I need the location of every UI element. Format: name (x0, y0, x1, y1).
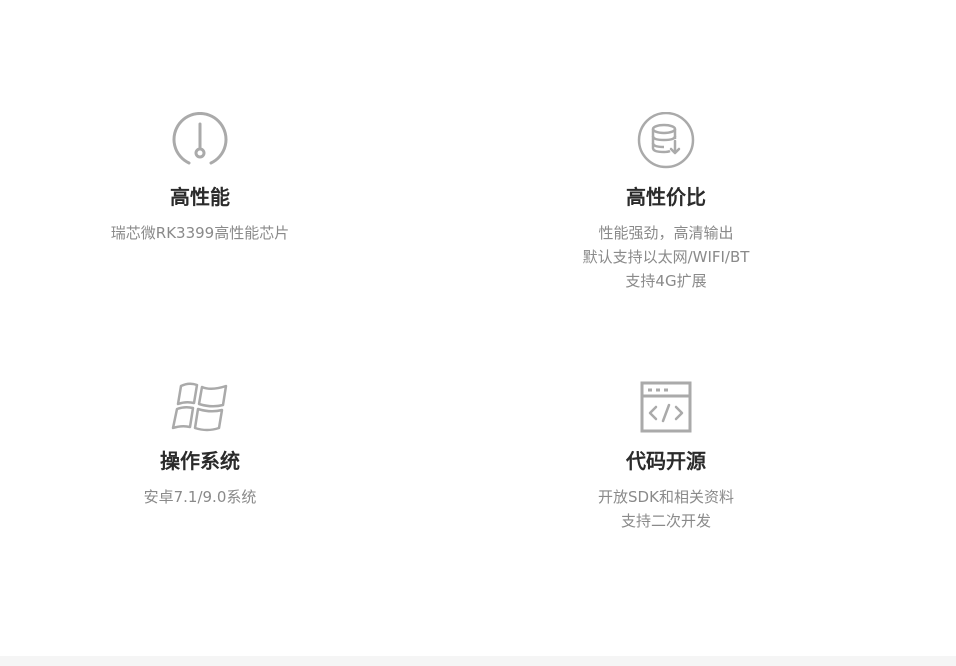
feature-operating-system: 操作系统 安卓7.1/9.0系统 (20, 380, 380, 509)
feature-title: 高性价比 (626, 185, 706, 209)
feature-desc-line: 开放SDK和相关资料 (598, 488, 734, 506)
code-window-icon (640, 381, 692, 433)
feature-open-source: 代码开源 开放SDK和相关资料 支持二次开发 (486, 380, 846, 533)
feature-desc-line: 性能强劲，高清输出 (598, 224, 734, 242)
feature-desc-line: 安卓7.1/9.0系统 (143, 488, 257, 506)
gauge-icon (172, 112, 228, 165)
footer-divider (0, 656, 956, 666)
feature-desc-line: 支持4G扩展 (625, 272, 707, 290)
feature-title: 代码开源 (626, 449, 706, 473)
feature-title: 操作系统 (160, 449, 240, 473)
feature-cost-effective: 高性价比 性能强劲，高清输出 默认支持以太网/WIFI/BT 支持4G扩展 (486, 112, 846, 293)
feature-desc-line: 支持二次开发 (620, 512, 711, 530)
feature-title: 高性能 (170, 185, 230, 209)
database-download-icon (637, 112, 695, 169)
feature-desc-line: 瑞芯微RK3399高性能芯片 (110, 224, 290, 242)
feature-desc-line: 默认支持以太网/WIFI/BT (582, 248, 750, 266)
windows-icon (171, 382, 228, 432)
feature-high-performance: 高性能 瑞芯微RK3399高性能芯片 (20, 112, 380, 245)
